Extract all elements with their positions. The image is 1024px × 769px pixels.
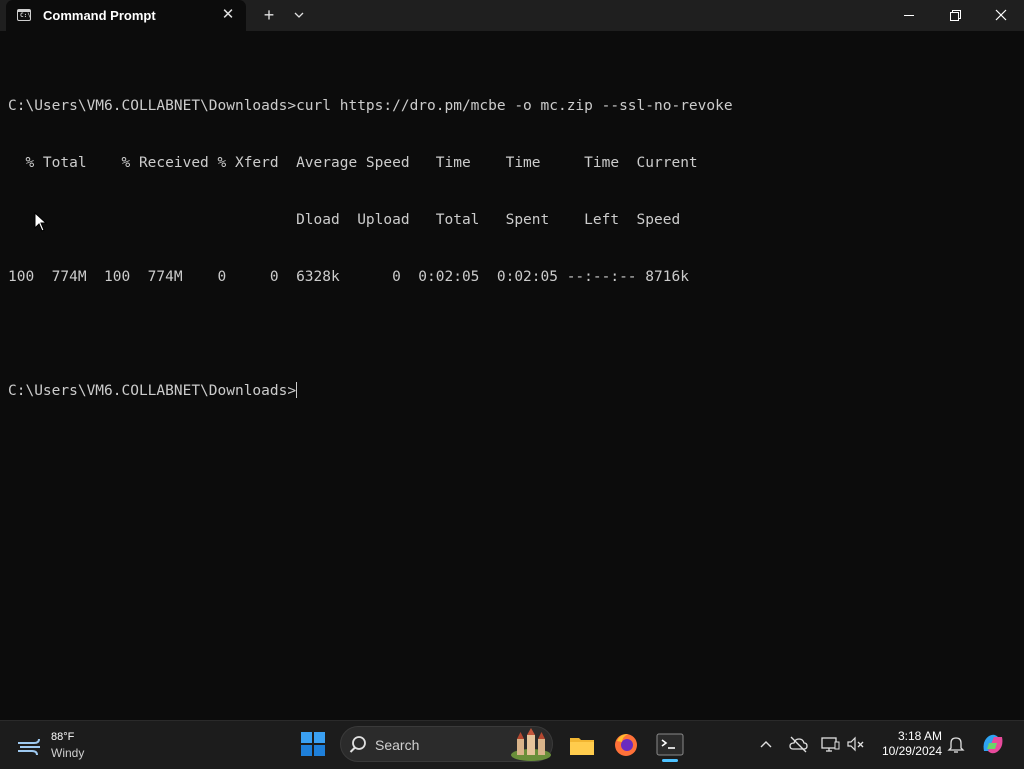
weather-description: Windy	[51, 746, 85, 760]
copilot-button[interactable]	[980, 731, 1006, 757]
copilot-icon	[983, 734, 1003, 754]
wind-icon	[18, 738, 40, 755]
notifications-button[interactable]	[946, 733, 966, 755]
chevron-up-icon	[760, 741, 772, 748]
new-tab-button[interactable]: +	[258, 5, 280, 25]
bell-icon	[947, 737, 965, 753]
console-line: % Total % Received % Xferd Average Speed…	[8, 155, 698, 171]
console-line: Dload Upload Total Spent Left Speed	[8, 212, 681, 228]
show-hidden-icons-button[interactable]	[756, 733, 776, 755]
text-caret	[296, 382, 298, 398]
tab-title: Command Prompt	[43, 8, 156, 23]
active-app-indicator	[662, 759, 678, 762]
taskbar-terminal[interactable]	[654, 729, 686, 761]
speaker-muted-icon	[847, 736, 864, 752]
search-highlight-castle-icon	[511, 728, 551, 761]
clock-date: 10/29/2024	[881, 744, 942, 758]
taskbar-clock[interactable]: 3:18 AM 10/29/2024	[872, 729, 942, 759]
console-line: 100 774M 100 774M 0 0 6328k 0 0:02:05 0:…	[8, 269, 689, 285]
tab-command-prompt[interactable]: C:\ Command Prompt ✕	[6, 0, 246, 31]
network-icon	[821, 737, 840, 752]
clock-time: 3:18 AM	[897, 729, 942, 743]
taskbar-firefox[interactable]	[610, 729, 642, 761]
minimize-button[interactable]	[886, 0, 932, 31]
restore-button[interactable]	[932, 0, 978, 31]
mouse-pointer-icon	[34, 211, 48, 237]
taskbar: 88°F Windy Search 3:18 AM 10/29/2024	[0, 720, 1024, 769]
console-prompt: C:\Users\VM6.COLLABNET\Downloads>	[8, 383, 297, 399]
network-tray[interactable]	[820, 733, 840, 755]
close-window-button[interactable]	[978, 0, 1024, 31]
console-line: C:\Users\VM6.COLLABNET\Downloads>curl ht…	[8, 98, 733, 114]
volume-tray[interactable]	[846, 733, 866, 755]
tab-close-icon[interactable]: ✕	[218, 5, 238, 25]
windows-start-button[interactable]	[301, 732, 325, 756]
taskbar-file-explorer[interactable]	[566, 729, 598, 761]
weather-temperature: 88°F	[51, 731, 75, 743]
search-placeholder: Search	[375, 737, 420, 753]
cmd-icon: C:\	[17, 9, 31, 21]
taskbar-search-box[interactable]: Search	[340, 726, 553, 762]
title-bar: C:\ Command Prompt ✕ +	[0, 0, 1024, 31]
folder-icon	[570, 738, 594, 755]
console-prompt-line[interactable]: C:\Users\VM6.COLLABNET\Downloads>	[8, 382, 1008, 401]
onedrive-tray[interactable]	[788, 733, 808, 755]
windows-logo-icon	[301, 732, 325, 756]
search-icon	[349, 736, 366, 753]
console-output[interactable]: C:\Users\VM6.COLLABNET\Downloads>curl ht…	[8, 59, 1008, 420]
chevron-down-icon[interactable]	[289, 5, 309, 25]
firefox-icon	[615, 734, 637, 756]
cloud-offline-icon	[789, 736, 808, 753]
weather-widget[interactable]: 88°F Windy	[16, 729, 126, 763]
terminal-icon	[656, 733, 684, 756]
